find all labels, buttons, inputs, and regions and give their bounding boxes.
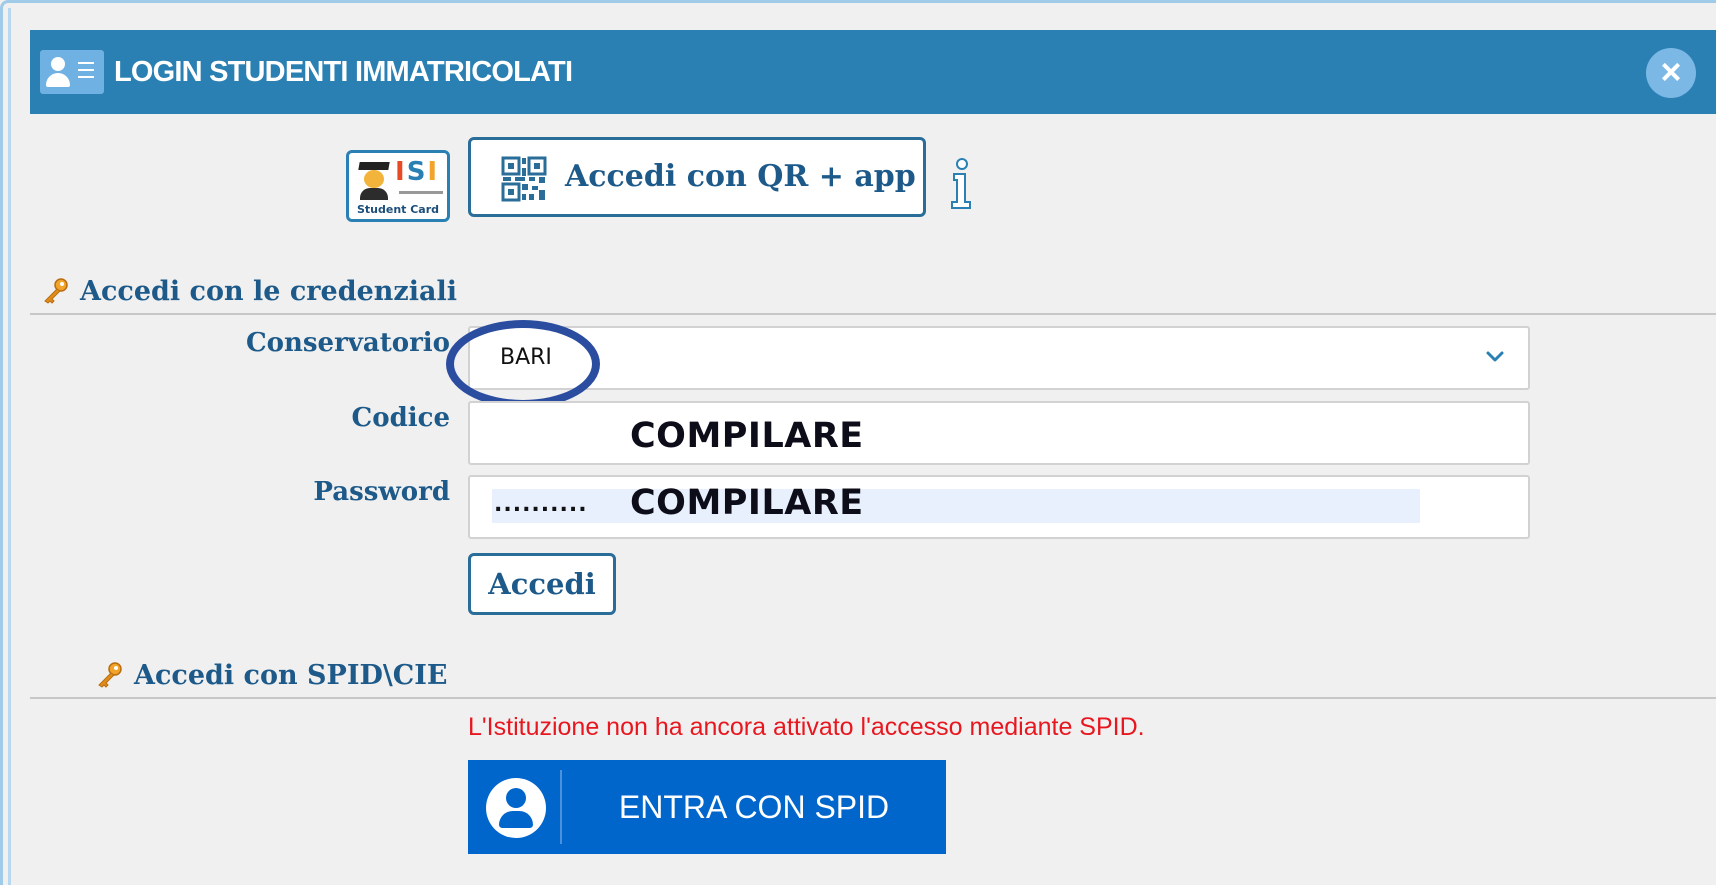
user-avatar-icon: [486, 778, 546, 838]
login-submit-button[interactable]: Accedi: [468, 553, 616, 615]
chevron-down-icon: [1486, 351, 1504, 362]
window-left-border: [8, 8, 11, 885]
spid-section-title: Accedi con SPID\CIE: [96, 658, 447, 694]
codice-annotation: COMPILARE: [630, 416, 864, 456]
codice-input[interactable]: [468, 401, 1530, 465]
password-label: Password: [313, 477, 450, 507]
qr-login-label: Accedi con QR + app: [565, 159, 916, 194]
conservatorio-label: Conservatorio: [245, 328, 450, 358]
spid-button-label: ENTRA CON SPID: [618, 789, 890, 825]
close-button[interactable]: ×: [1646, 48, 1696, 98]
qr-login-button[interactable]: Accedi con QR + app: [468, 137, 926, 217]
credentials-divider: [30, 313, 1716, 315]
selection-highlight-ring: [446, 320, 600, 408]
user-card-icon: [40, 50, 104, 94]
spid-notice: L'Istituzione non ha ancora attivato l'a…: [468, 713, 1145, 741]
key-icon: [44, 277, 68, 304]
password-input[interactable]: ..........: [468, 475, 1530, 539]
spid-section-label: Accedi con SPID\CIE: [134, 660, 448, 691]
info-icon[interactable]: [948, 156, 976, 212]
isi-logo: ISI: [395, 157, 440, 187]
credentials-section-label: Accedi con le credenziali: [80, 276, 457, 307]
codice-label: Codice: [351, 403, 450, 433]
isi-card-caption: Student Card: [356, 203, 440, 216]
conservatorio-select[interactable]: BARI: [468, 326, 1530, 390]
credentials-section-title: Accedi con le credenziali: [42, 274, 457, 310]
dialog-title: LOGIN STUDENTI IMMATRICOLATI: [114, 56, 573, 88]
password-annotation: COMPILARE: [630, 483, 864, 523]
spid-login-button[interactable]: ENTRA CON SPID: [468, 760, 946, 854]
qr-code-icon: [501, 156, 547, 202]
isi-student-card-button[interactable]: ISI Student Card: [346, 150, 450, 222]
dialog-titlebar: LOGIN STUDENTI IMMATRICOLATI ×: [30, 30, 1716, 114]
spid-divider: [30, 697, 1716, 699]
key-icon: [98, 661, 122, 688]
password-mask: ..........: [494, 492, 588, 517]
graduate-icon: [357, 162, 391, 202]
